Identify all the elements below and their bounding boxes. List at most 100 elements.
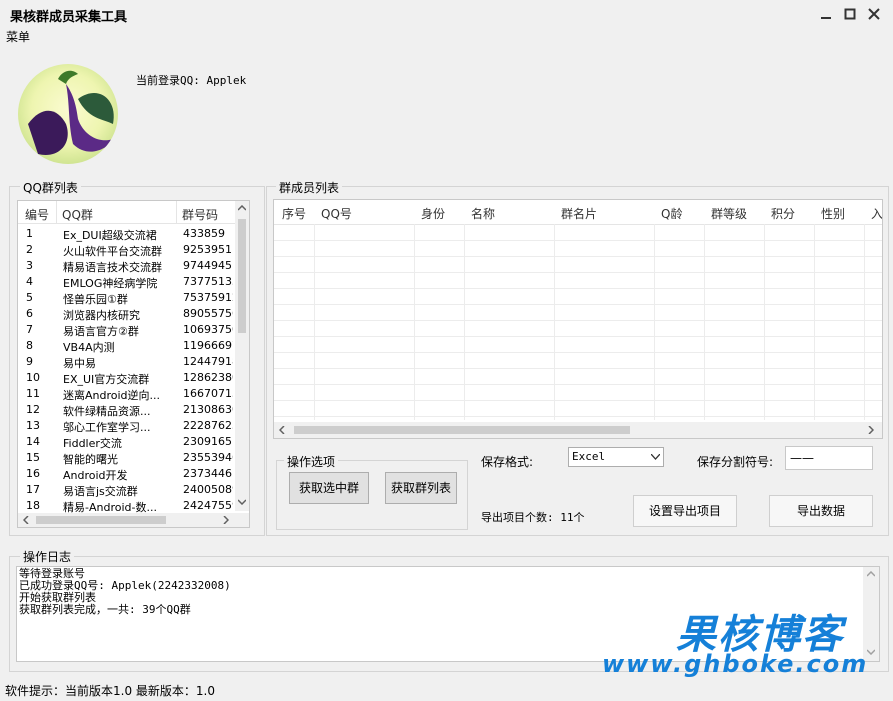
close-icon <box>868 8 880 20</box>
group-name: 邬心工作室学习... <box>63 421 151 434</box>
group-list-hscroll-thumb[interactable] <box>36 516 166 524</box>
table-row[interactable]: 5 怪兽乐园①群 75375912 <box>18 290 234 306</box>
table-row[interactable]: 14 Fiddler交流 23091651 <box>18 434 234 450</box>
col-header-group[interactable]: QQ群 <box>62 206 93 223</box>
export-data-button[interactable]: 导出数据 <box>769 495 873 527</box>
log-lines: 等待登录账号 已成功登录QQ号: Applek(2242332008) 开始获取群列… <box>19 568 231 616</box>
group-number: 3 <box>26 259 33 272</box>
login-status: 当前登录QQ: Applek <box>136 74 247 87</box>
col-header-level[interactable]: 群等级 <box>711 205 747 222</box>
col-header-card[interactable]: 群名片 <box>561 205 597 222</box>
group-list-vscroll[interactable] <box>235 201 249 511</box>
table-row[interactable]: 10 EX_UI官方交流群 12862380 <box>18 370 234 386</box>
col-header-index[interactable]: 序号 <box>282 205 306 222</box>
group-number: 5 <box>26 291 33 304</box>
table-row[interactable]: 4 EMLOG神经病学院 73775133 <box>18 274 234 290</box>
table-row[interactable]: 1 Ex_DUI超级交流裙 433859 <box>18 226 234 242</box>
group-id: 10693750 <box>183 323 233 336</box>
col-header-qq[interactable]: QQ号 <box>321 205 352 222</box>
group-id: 23553946 <box>183 451 233 464</box>
table-row[interactable]: 7 易语言官方②群 10693750 <box>18 322 234 338</box>
member-list-hscroll-thumb[interactable] <box>294 426 630 434</box>
col-header-name[interactable]: 名称 <box>471 205 495 222</box>
col-header-qage[interactable]: Q龄 <box>661 205 682 222</box>
scroll-up-icon <box>238 205 246 211</box>
col-header-number[interactable]: 编号 <box>25 206 49 223</box>
group-number: 6 <box>26 307 33 320</box>
group-name: VB4A内测 <box>63 341 115 354</box>
table-row[interactable]: 12 软件绿精品资源... 21308630 <box>18 402 234 418</box>
table-row[interactable]: 8 VB4A内测 11966697 <box>18 338 234 354</box>
col-header-gender[interactable]: 性别 <box>821 205 845 222</box>
table-row[interactable]: 15 智能的曙光 23553946 <box>18 450 234 466</box>
table-row[interactable]: 3 精易语言技术交流群 9744945 <box>18 258 234 274</box>
status-text: 软件提示：当前版本1.0 最新版本：1.0 <box>5 684 215 698</box>
avatar <box>18 64 118 164</box>
minimize-button[interactable] <box>816 6 836 26</box>
col-header-group-id[interactable]: 群号码 <box>182 206 218 223</box>
separator-label: 保存分割符号: <box>697 455 774 469</box>
scroll-left-icon <box>23 516 29 524</box>
col-header-role[interactable]: 身份 <box>421 205 445 222</box>
table-row[interactable]: 2 火山软件平台交流群 9253951 <box>18 242 234 258</box>
group-id: 433859 <box>183 227 225 240</box>
group-number: 7 <box>26 323 33 336</box>
table-row[interactable]: 16 Android开发 23734461 <box>18 466 234 482</box>
menu-bar-item[interactable]: 菜单 <box>6 28 30 45</box>
separator-input[interactable]: —— <box>785 446 873 470</box>
save-format-value: Excel <box>572 450 606 463</box>
group-number: 10 <box>26 371 40 384</box>
group-name: 浏览器内核研究 <box>63 309 140 322</box>
scroll-up-icon <box>867 571 875 577</box>
group-name: Android开发 <box>63 469 128 482</box>
get-selected-group-button[interactable]: 获取选中群 <box>289 472 369 504</box>
table-row[interactable]: 11 迷离Android逆向... 16670713 <box>18 386 234 402</box>
log-vscroll[interactable] <box>863 567 879 661</box>
get-group-list-button[interactable]: 获取群列表 <box>385 472 457 504</box>
set-export-items-button[interactable]: 设置导出项目 <box>633 495 737 527</box>
col-header-points[interactable]: 积分 <box>771 205 795 222</box>
separator-value: —— <box>790 451 814 465</box>
log-line: 获取群列表完成，一共: 39个QQ群 <box>19 603 191 616</box>
col-header-join[interactable]: 入 <box>871 205 882 222</box>
group-list-header: 编号 QQ群 群号码 <box>18 201 249 224</box>
group-id: 24247559 <box>183 499 233 512</box>
group-id: 16670713 <box>183 387 233 400</box>
member-list-hscroll[interactable] <box>274 422 882 438</box>
group-name: EX_UI官方交流群 <box>63 373 150 386</box>
group-number: 1 <box>26 227 33 240</box>
save-format-select[interactable]: Excel <box>568 447 664 467</box>
group-list-title: QQ群列表 <box>20 179 81 196</box>
group-id: 9253951 <box>183 243 232 256</box>
group-number: 16 <box>26 467 40 480</box>
group-number: 17 <box>26 483 40 496</box>
table-row[interactable]: 6 浏览器内核研究 89055756 <box>18 306 234 322</box>
group-list[interactable]: 编号 QQ群 群号码 1 Ex_DUI超级交流裙 433859 2 火山软件平台交流群 9… <box>17 200 250 528</box>
group-number: 15 <box>26 451 40 464</box>
group-number: 11 <box>26 387 40 400</box>
group-list-hscroll[interactable] <box>18 513 249 527</box>
table-row[interactable]: 18精易-Android-数...24247559 <box>18 498 234 514</box>
chevron-down-icon <box>651 454 660 460</box>
table-row[interactable]: 17 易语言js交流群 24005089 <box>18 482 234 498</box>
group-id: 21308630 <box>183 403 233 416</box>
group-id: 11966697 <box>183 339 233 352</box>
group-id: 75375912 <box>183 291 233 304</box>
scroll-down-icon <box>238 499 246 505</box>
close-button[interactable] <box>864 6 884 26</box>
group-id: 22287625 <box>183 419 233 432</box>
window-title: 果核群成员采集工具 <box>10 10 128 25</box>
maximize-button[interactable] <box>840 6 860 26</box>
group-number: 8 <box>26 339 33 352</box>
group-name: Ex_DUI超级交流裙 <box>63 229 157 242</box>
group-id: 12862380 <box>183 371 233 384</box>
group-list-vscroll-thumb[interactable] <box>238 219 246 333</box>
table-row[interactable]: 13 邬心工作室学习... 22287625 <box>18 418 234 434</box>
group-number: 12 <box>26 403 40 416</box>
watermark-url: www.ghboke.com <box>602 650 869 678</box>
group-name: 易中易 <box>63 357 96 370</box>
member-grid <box>274 224 882 420</box>
table-row[interactable]: 9 易中易 12447918 <box>18 354 234 370</box>
scroll-right-icon <box>223 516 229 524</box>
member-list[interactable]: 序号 QQ号 身份 名称 群名片 Q龄 群等级 积分 性别 入 <box>273 199 883 439</box>
